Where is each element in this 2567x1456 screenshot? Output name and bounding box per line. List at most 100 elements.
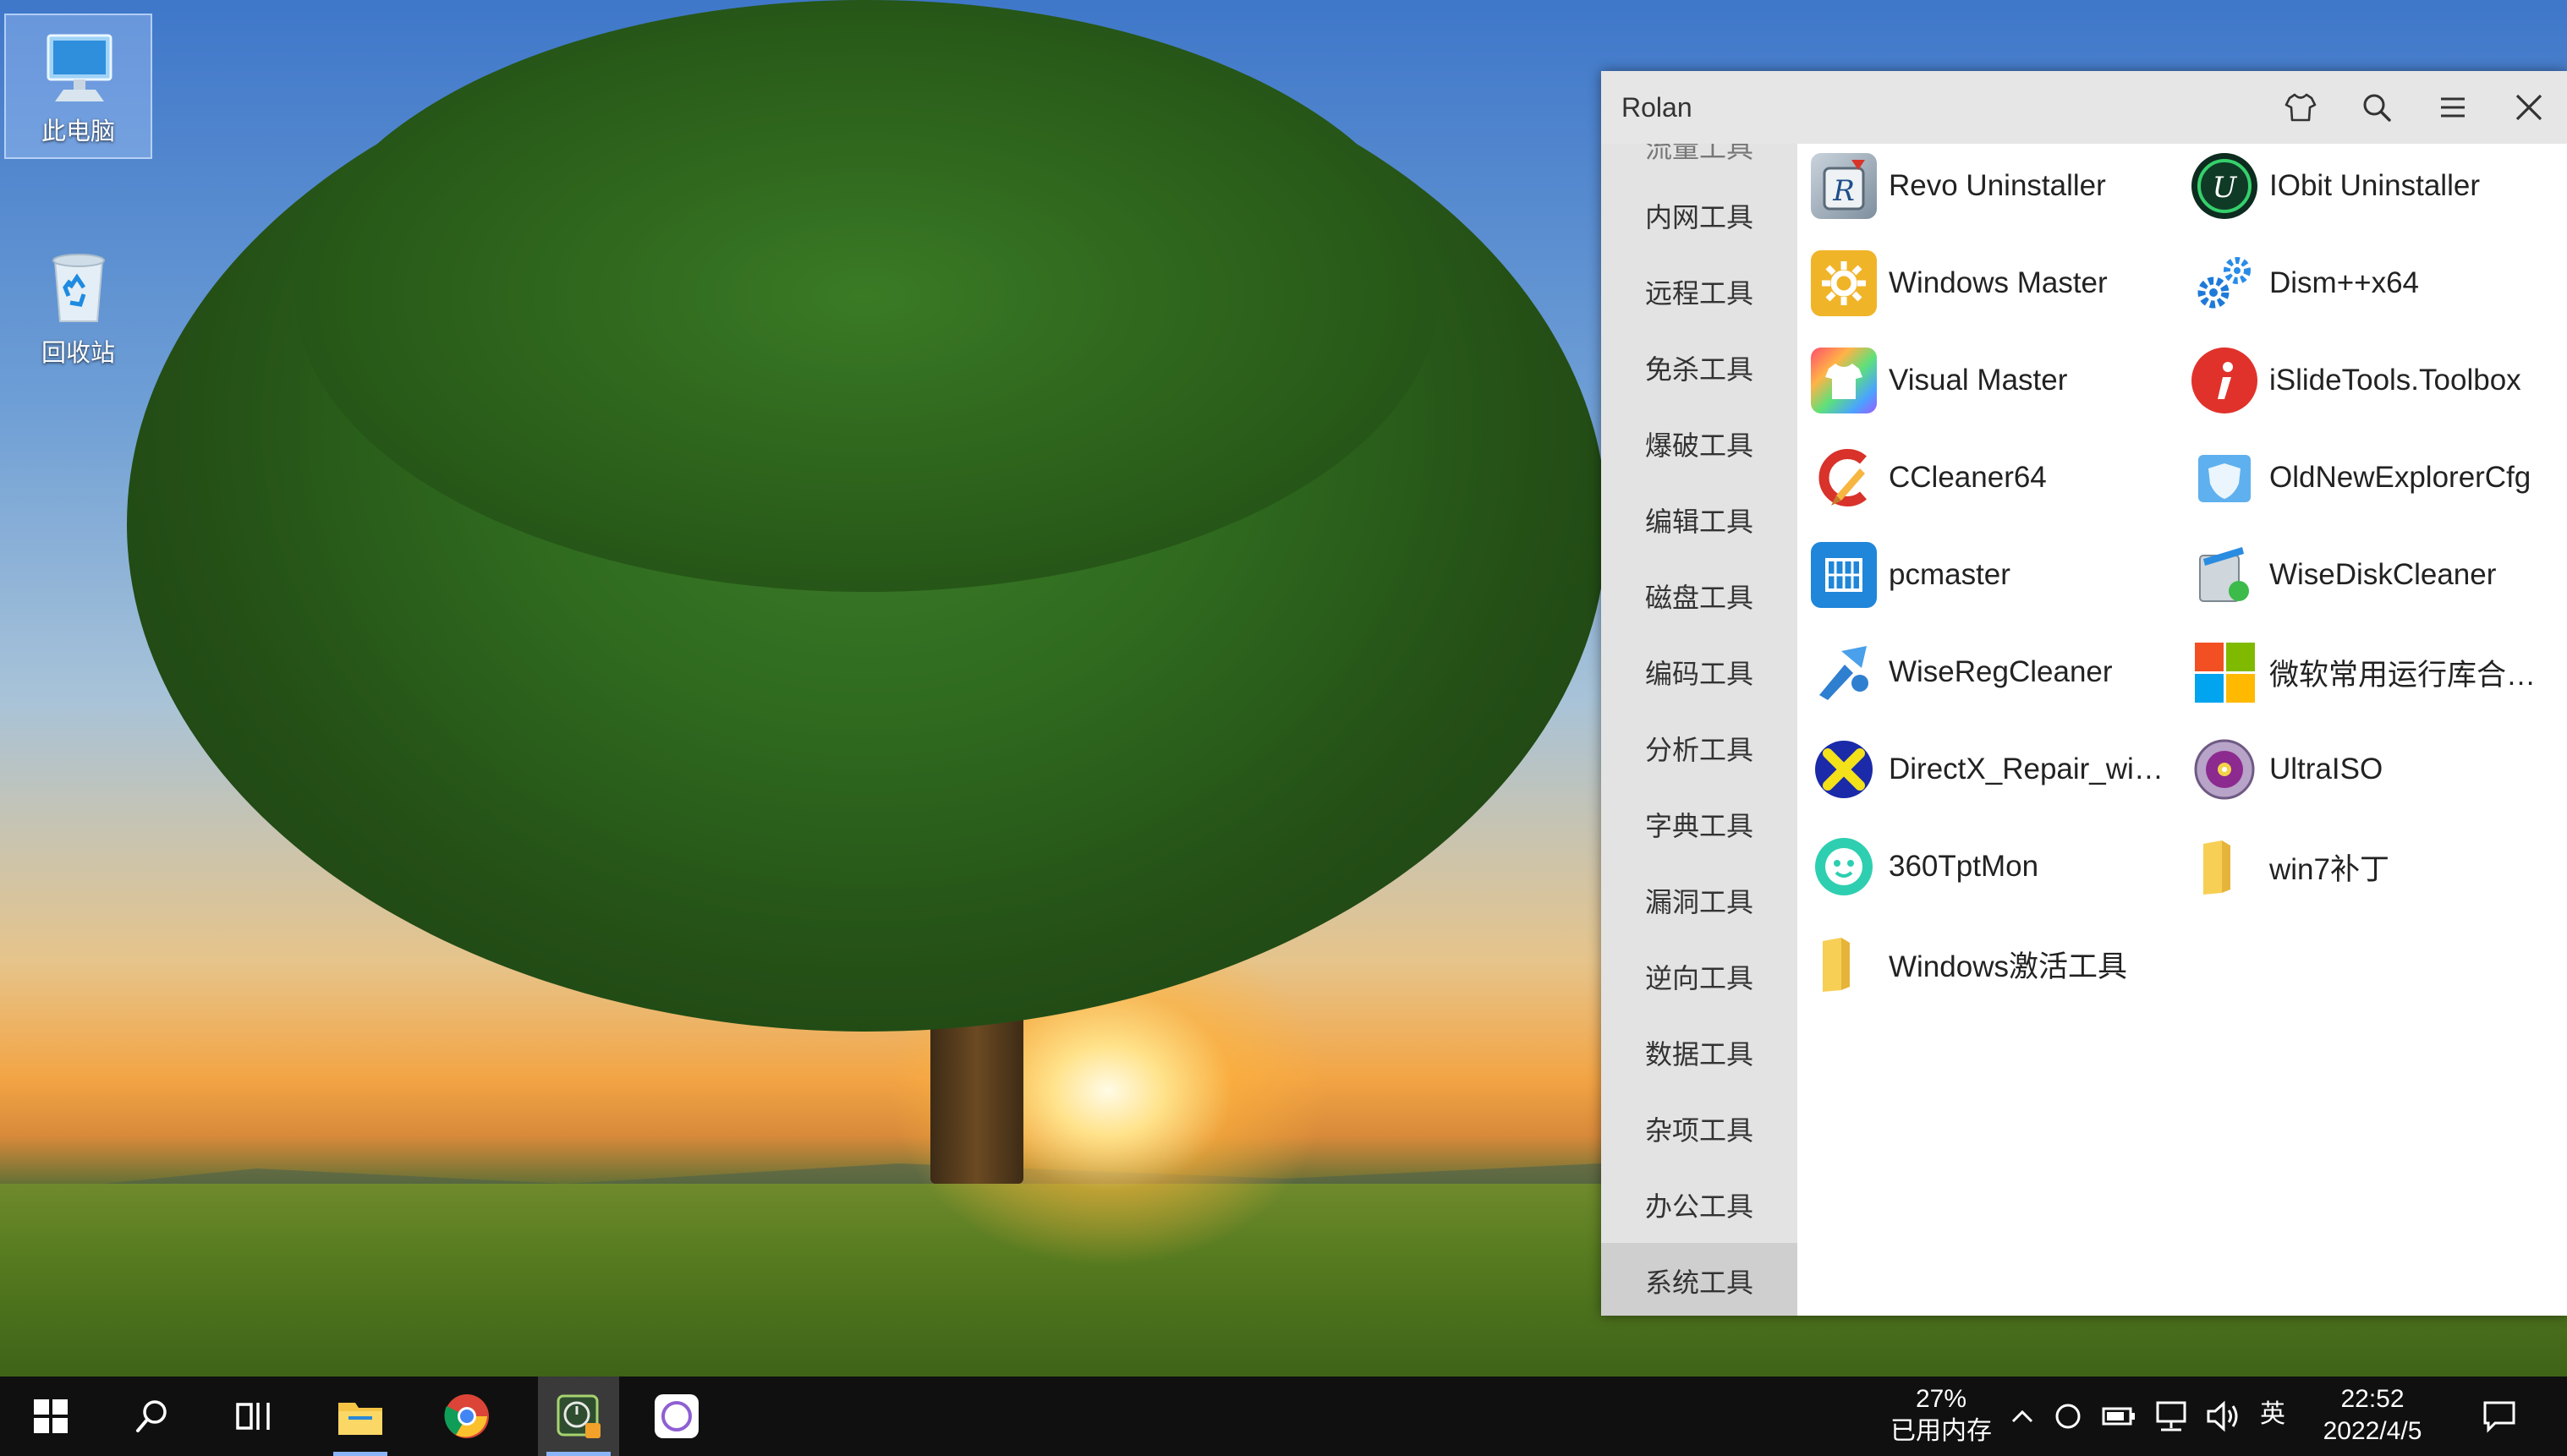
menu-button[interactable]	[2415, 71, 2491, 144]
rolan-taskbar-button[interactable]	[538, 1377, 619, 1456]
app-item[interactable]: win7补丁	[2191, 824, 2389, 909]
category-sidebar: 流量工具 内网工具 远程工具 免杀工具 爆破工具 编辑工具 磁盘工具 编码工具 …	[1601, 144, 1797, 1316]
category-item[interactable]: 字典工具	[1601, 786, 1797, 862]
search-button[interactable]	[2339, 71, 2415, 144]
app-circle-button[interactable]	[643, 1377, 710, 1456]
ring-app-icon	[655, 1394, 699, 1438]
app-item[interactable]: R Revo Uninstaller	[1811, 144, 2106, 228]
task-view-button[interactable]	[220, 1377, 288, 1456]
app-item[interactable]: pcmaster	[1811, 533, 2010, 617]
category-item[interactable]: 分析工具	[1601, 710, 1797, 786]
microsoft-runtime-icon	[2191, 639, 2257, 705]
app-item[interactable]: 360TptMon	[1811, 824, 2038, 909]
category-item[interactable]: 杂项工具	[1601, 1091, 1797, 1167]
app-item[interactable]: Windows激活工具	[1811, 922, 2127, 1006]
windows-master-icon	[1811, 250, 1877, 316]
chrome-button[interactable]	[433, 1377, 501, 1456]
memory-percent: 27%	[1915, 1385, 1967, 1413]
rolan-titlebar[interactable]: Rolan	[1601, 71, 2567, 144]
circle-icon	[2055, 1404, 2081, 1429]
network-button[interactable]	[2148, 1377, 2194, 1456]
notification-icon	[2483, 1401, 2515, 1433]
svg-text:R: R	[1832, 174, 1855, 208]
category-item[interactable]: 编辑工具	[1601, 482, 1797, 558]
memory-usage[interactable]: 27% 已用内存	[1878, 1383, 2005, 1448]
directx-repair-icon	[1811, 736, 1877, 802]
category-item[interactable]: 磁盘工具	[1601, 558, 1797, 634]
app-item[interactable]: iSlideTools.Toolbox	[2191, 338, 2521, 423]
ultraiso-icon	[2191, 736, 2257, 802]
app-item[interactable]: DirectX_Repair_win...	[1811, 727, 2168, 812]
search-icon	[136, 1400, 167, 1432]
app-grid: R Revo Uninstaller U IObit Uninstaller W…	[1802, 144, 2567, 1316]
category-item-active[interactable]: 系统工具	[1601, 1243, 1797, 1316]
folder-icon	[338, 1403, 382, 1435]
revo-uninstaller-icon: R	[1811, 153, 1877, 219]
iobit-uninstaller-icon: U	[2191, 153, 2257, 219]
folder-icon	[1811, 931, 1877, 997]
menu-icon	[2441, 97, 2465, 118]
oldnewexplorer-icon	[2191, 445, 2257, 511]
category-item[interactable]: 漏洞工具	[1601, 862, 1797, 939]
search-button[interactable]	[118, 1377, 186, 1456]
clock[interactable]: 22:52 2022/4/5	[2301, 1383, 2444, 1448]
window-title: Rolan	[1621, 91, 1692, 123]
rolan-window: Rolan 流量工具 内网工具 远程工具 免杀工具 爆破工具 编辑工具 磁盘工具…	[1601, 71, 2567, 1316]
battery-icon	[2102, 1407, 2135, 1426]
category-item[interactable]: 爆破工具	[1601, 406, 1797, 482]
desktop-icon-recycle-bin[interactable]: 回收站	[4, 228, 152, 374]
active-indicator	[333, 1452, 387, 1456]
search-icon	[2363, 94, 2391, 122]
category-item[interactable]: 远程工具	[1601, 254, 1797, 330]
visual-master-icon	[1811, 348, 1877, 413]
category-item[interactable]: 免杀工具	[1601, 330, 1797, 406]
wiseregcleaner-icon	[1811, 639, 1877, 705]
app-item[interactable]: CCleaner64	[1811, 435, 2047, 520]
app-item[interactable]: Visual Master	[1811, 338, 2067, 423]
wallpaper-tree-canopy-top	[296, 0, 1438, 592]
app-item[interactable]: OldNewExplorerCfg	[2191, 435, 2531, 520]
skin-button[interactable]	[2263, 71, 2339, 144]
category-item[interactable]: 办公工具	[1601, 1167, 1797, 1243]
ccleaner-icon	[1811, 445, 1877, 511]
volume-icon	[2207, 1400, 2238, 1432]
volume-button[interactable]	[2201, 1377, 2246, 1456]
close-icon	[2515, 94, 2542, 121]
dism-icon	[2191, 250, 2257, 316]
windows-logo-icon	[34, 1399, 68, 1433]
start-button[interactable]	[17, 1377, 85, 1456]
category-item[interactable]: 逆向工具	[1601, 939, 1797, 1015]
category-item[interactable]: 数据工具	[1601, 1015, 1797, 1091]
category-item[interactable]: 内网工具	[1601, 178, 1797, 254]
network-icon	[2156, 1401, 2186, 1431]
app-item[interactable]: U IObit Uninstaller	[2191, 144, 2480, 228]
file-explorer-button[interactable]	[326, 1377, 394, 1456]
app-item[interactable]: Windows Master	[1811, 241, 2108, 326]
computer-icon	[47, 34, 112, 101]
taskbar: 27% 已用内存 英 22:52 2022/4/5	[0, 1377, 2567, 1456]
app-item[interactable]: Dism++x64	[2191, 241, 2419, 326]
clock-time: 22:52	[2340, 1385, 2405, 1413]
rolan-icon	[557, 1394, 601, 1438]
close-button[interactable]	[2491, 71, 2567, 144]
battery-button[interactable]	[2096, 1377, 2142, 1456]
wisediskcleaner-icon	[2191, 542, 2257, 608]
app-item[interactable]: WiseDiskCleaner	[2191, 533, 2496, 617]
chevron-up-icon	[2011, 1409, 2033, 1423]
app-item[interactable]: WiseRegCleaner	[1811, 630, 2113, 714]
active-indicator	[546, 1452, 611, 1456]
desktop-icon-this-pc[interactable]: 此电脑	[4, 14, 152, 159]
clock-date: 2022/4/5	[2323, 1417, 2422, 1445]
islide-icon	[2191, 348, 2257, 413]
action-center-button[interactable]	[2470, 1377, 2529, 1456]
category-item[interactable]: 编码工具	[1601, 634, 1797, 710]
show-hidden-icons-button[interactable]	[2006, 1377, 2038, 1456]
pcmaster-icon	[1811, 542, 1877, 608]
ime-indicator[interactable]: 英	[2252, 1399, 2294, 1431]
app-item[interactable]: UltraISO	[2191, 727, 2383, 812]
svg-text:U: U	[2213, 171, 2238, 205]
tray-circle-button[interactable]	[2047, 1377, 2089, 1456]
memory-label: 已用内存	[1890, 1417, 1992, 1445]
app-item[interactable]: 微软常用运行库合集...	[2191, 630, 2548, 714]
tshirt-icon	[2285, 93, 2317, 122]
